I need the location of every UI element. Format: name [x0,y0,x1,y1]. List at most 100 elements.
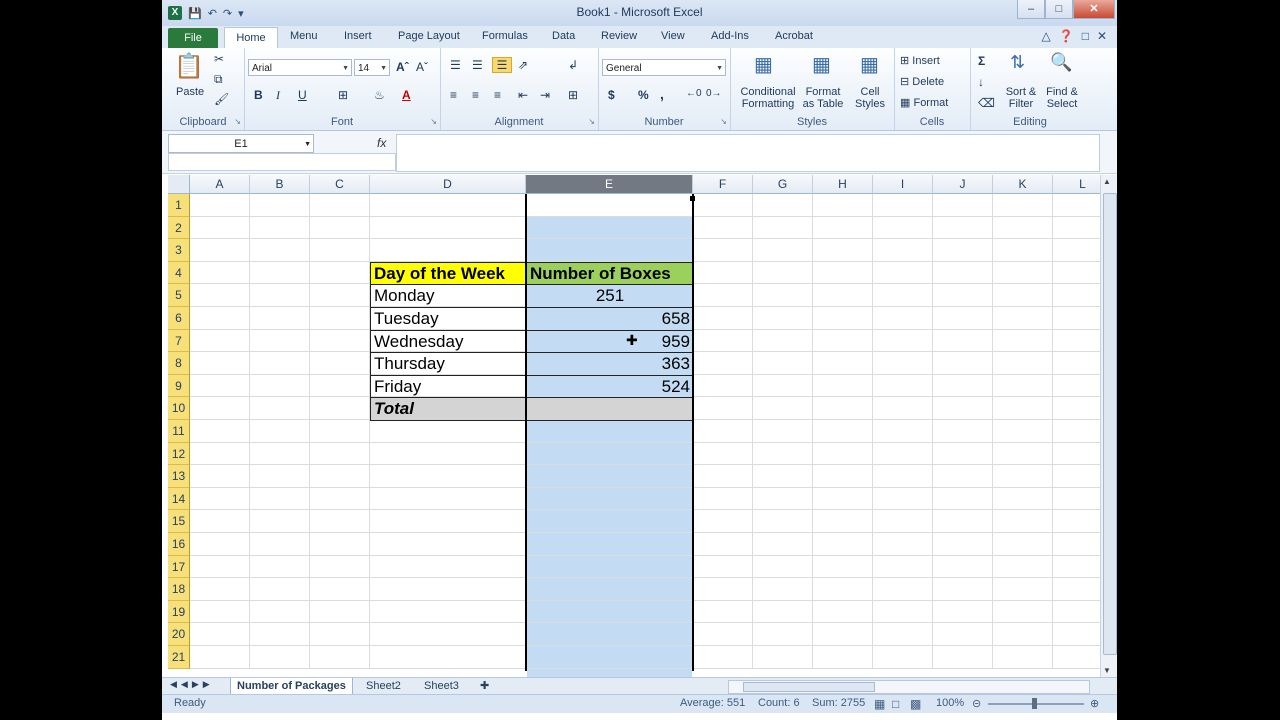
cell-k18[interactable] [993,578,1053,601]
table-boxes-monday[interactable]: 251 [526,284,694,308]
column-header-d[interactable]: D [370,175,526,194]
cell-f16[interactable] [693,533,753,556]
restore-workbook-icon[interactable]: □ [1082,29,1089,43]
cell-a17[interactable] [190,555,250,579]
cell-c8[interactable] [310,352,370,375]
table-header-boxes[interactable]: Number of Boxes [526,261,694,286]
cell-j3[interactable] [933,239,993,262]
bold-button[interactable]: B [254,88,263,102]
row-header-18[interactable]: 18 [168,578,190,601]
column-header-g[interactable]: G [753,175,813,194]
table-boxes-tuesday[interactable]: 658 [526,307,694,331]
horizontal-scrollbar[interactable] [728,680,1090,694]
row-header-3[interactable]: 3 [168,239,190,262]
cell-k1[interactable] [993,194,1053,217]
row-header-11[interactable]: 11 [168,420,190,443]
align-right-icon[interactable]: ≡ [494,88,501,102]
table-day-tuesday[interactable]: Tuesday [370,307,527,331]
cell-h1[interactable] [813,194,873,217]
fill-handle[interactable] [690,196,695,201]
cell-j20[interactable] [933,623,993,646]
cell-c12[interactable] [310,442,370,466]
cell-d2[interactable] [370,216,526,240]
row-header-14[interactable]: 14 [168,487,190,511]
increase-indent-icon[interactable]: ⇥ [540,88,550,102]
cell-g21[interactable] [753,646,813,669]
cell-styles-button[interactable]: Cell Styles [848,86,892,110]
cell-l1[interactable] [1053,194,1100,217]
cell-d3[interactable] [370,239,526,262]
italic-button[interactable]: I [276,88,280,103]
column-header-i[interactable]: I [873,175,933,194]
cell-e21[interactable] [526,646,693,669]
cell-h7[interactable] [813,329,873,353]
cell-a16[interactable] [190,533,250,556]
fill-color-icon[interactable]: ♨ [374,88,385,102]
cell-c11[interactable] [310,420,370,443]
cell-i15[interactable] [873,510,933,533]
autosum-icon[interactable]: Σ [978,54,985,68]
cut-icon[interactable]: ✂ [214,52,224,66]
cell-b3[interactable] [250,239,310,262]
scroll-up-icon[interactable]: ▲ [1103,177,1111,186]
cell-l8[interactable] [1053,352,1100,375]
cell-g20[interactable] [753,623,813,646]
cell-g3[interactable] [753,239,813,262]
cell-l6[interactable] [1053,307,1100,330]
cell-d1[interactable] [370,194,526,217]
cell-f19[interactable] [693,600,753,624]
cell-l14[interactable] [1053,488,1100,511]
cell-d14[interactable] [370,487,526,511]
cell-h17[interactable] [813,555,873,579]
cell-i7[interactable] [873,329,933,353]
cell-j8[interactable] [933,352,993,375]
cell-f13[interactable] [693,465,753,488]
cell-b14[interactable] [250,487,310,511]
cell-d15[interactable] [370,510,526,533]
table-day-thursday[interactable]: Thursday [370,352,527,376]
cell-a6[interactable] [190,307,250,330]
cell-k11[interactable] [993,420,1053,443]
cell-g19[interactable] [753,600,813,624]
minimize-ribbon-icon[interactable]: △ [1042,29,1051,43]
cell-e15[interactable] [526,510,693,533]
cell-i14[interactable] [873,487,933,511]
row-header-6[interactable]: 6 [168,307,190,330]
tab-insert[interactable]: Insert [344,30,372,42]
cell-f5[interactable] [693,284,753,307]
table-boxes-thursday[interactable]: 363 [526,352,694,376]
cell-i8[interactable] [873,352,933,375]
column-header-b[interactable]: B [250,175,310,194]
conditional-formatting-button[interactable]: Conditional Formatting [738,86,798,110]
cell-b21[interactable] [250,646,310,669]
cell-j17[interactable] [933,555,993,579]
column-header-e[interactable]: E [526,175,693,194]
cell-e16[interactable] [526,533,693,556]
cell-c20[interactable] [310,623,370,646]
cell-i12[interactable] [873,442,933,466]
row-header-5[interactable]: 5 [168,284,190,307]
cell-c9[interactable] [310,374,370,398]
row-header-12[interactable]: 12 [168,442,190,466]
cell-l7[interactable] [1053,330,1100,353]
cell-l17[interactable] [1053,556,1100,579]
cell-a11[interactable] [190,420,250,443]
borders-icon[interactable]: ⊞ [338,88,348,102]
cell-g1[interactable] [753,194,813,217]
cell-h8[interactable] [813,352,873,375]
cell-g2[interactable] [753,216,813,240]
shrink-font-icon[interactable]: Aˇ [416,60,428,74]
cell-f12[interactable] [693,442,753,466]
cell-a13[interactable] [190,465,250,488]
cell-l18[interactable] [1053,578,1100,601]
align-center-icon[interactable]: ≡ [472,88,479,102]
zoom-in-icon[interactable]: ⊕ [1090,697,1099,710]
cell-g5[interactable] [753,284,813,307]
tab-review[interactable]: Review [601,30,637,42]
cell-a1[interactable] [190,194,250,217]
minimize-button[interactable]: – [1017,0,1045,19]
grow-font-icon[interactable]: Aˆ [396,60,409,74]
cell-d19[interactable] [370,600,526,624]
cell-i19[interactable] [873,600,933,624]
zoom-level[interactable]: 100% [936,697,964,709]
